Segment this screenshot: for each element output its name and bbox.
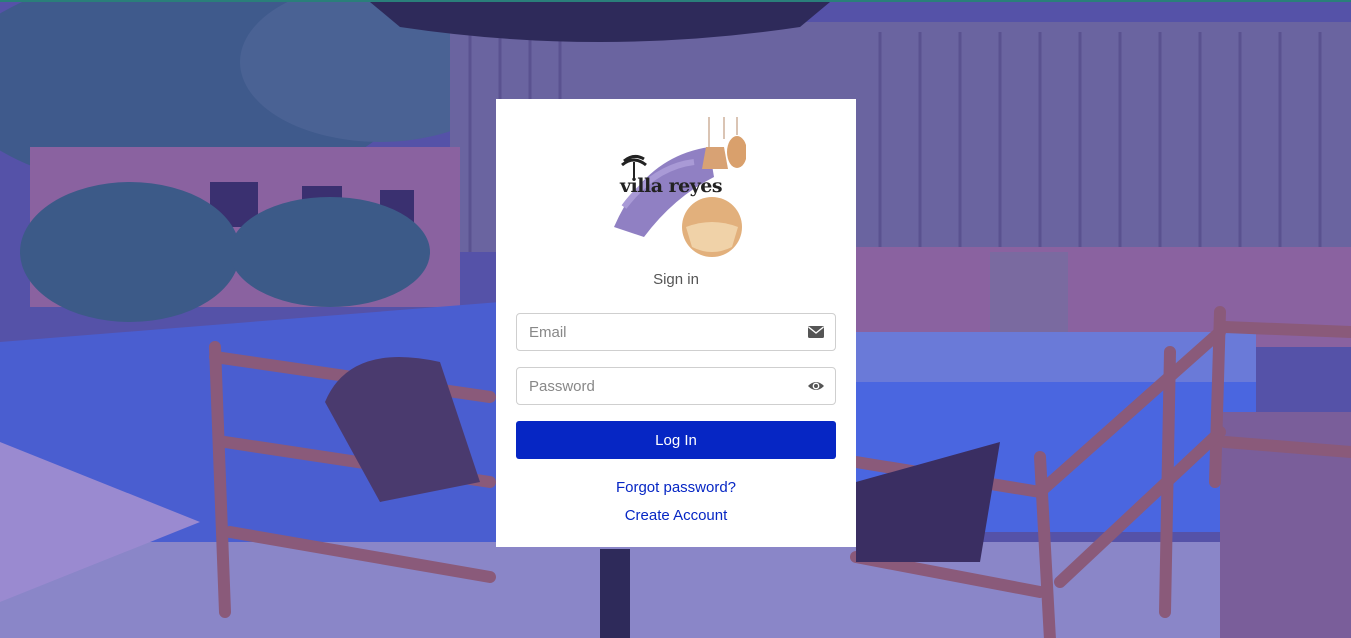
signin-heading: Sign in (653, 271, 699, 288)
forgot-password-link[interactable]: Forgot password? (496, 479, 856, 496)
logo-text: villa reyes (620, 175, 723, 197)
password-field-wrapper (516, 367, 836, 405)
villa-reyes-logo: villa reyes (614, 117, 747, 263)
login-button[interactable]: Log In (516, 421, 836, 459)
email-field-wrapper (516, 313, 836, 351)
eye-icon[interactable] (807, 377, 825, 395)
login-card: villa reyes Sign in Log In Forgot passwo… (496, 99, 856, 547)
email-input[interactable] (517, 314, 797, 350)
create-account-link[interactable]: Create Account (496, 507, 856, 524)
password-input[interactable] (517, 368, 797, 404)
envelope-icon (808, 326, 824, 338)
